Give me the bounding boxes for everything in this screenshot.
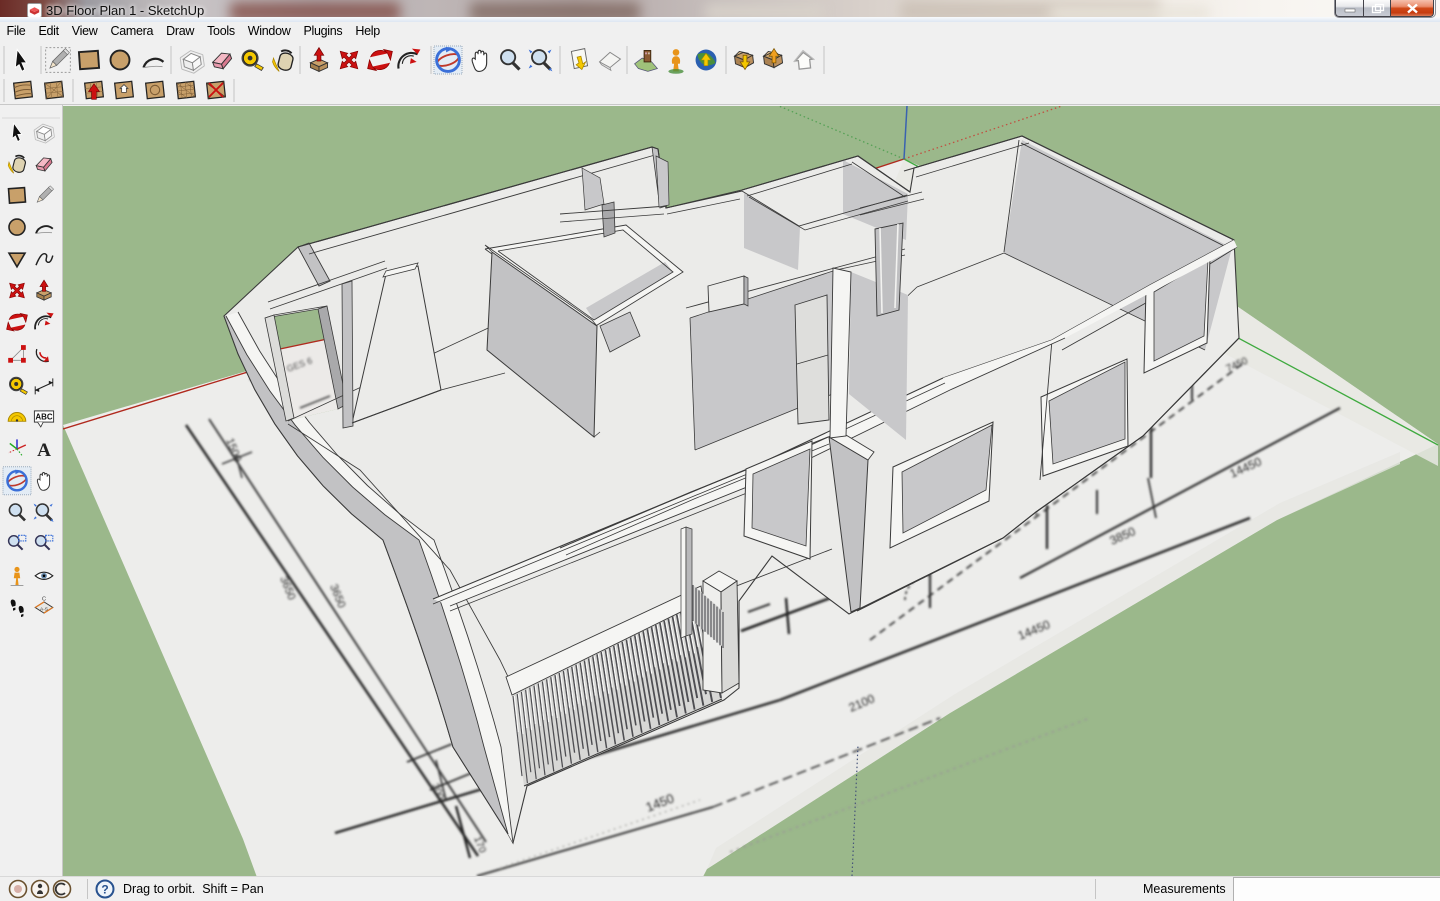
- svg-text:A: A: [37, 440, 51, 461]
- svg-text:ABC: ABC: [35, 413, 53, 422]
- svg-text:A-S: A-S: [40, 607, 48, 613]
- svg-text:?: ?: [101, 883, 108, 897]
- svg-text:C: C: [42, 596, 46, 602]
